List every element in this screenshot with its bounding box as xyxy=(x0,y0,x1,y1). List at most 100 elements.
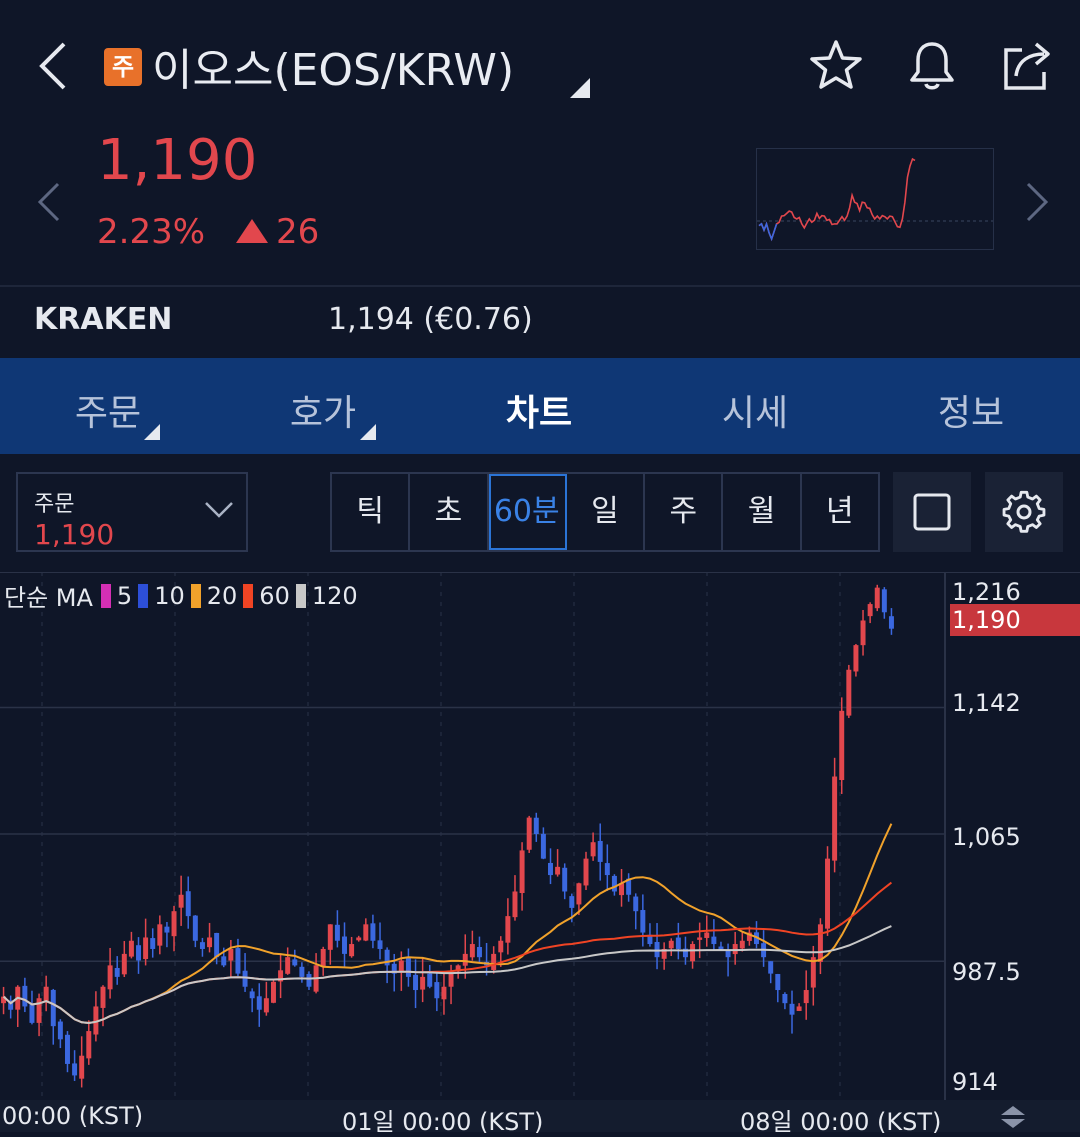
candle-body xyxy=(576,883,582,905)
candle-body xyxy=(228,948,234,961)
timeframe-second[interactable]: 초 xyxy=(410,474,489,550)
candle-body xyxy=(469,944,475,958)
candle-body xyxy=(704,932,710,938)
candle-body xyxy=(839,710,845,781)
candle-body xyxy=(143,937,149,960)
candle-body xyxy=(775,974,781,991)
candle-body xyxy=(398,960,404,972)
candle-body xyxy=(888,616,894,629)
candle-body xyxy=(285,957,291,974)
timeframe-tick[interactable]: 틱 xyxy=(332,474,411,550)
tab-quotes[interactable]: 시세 xyxy=(705,384,805,436)
candle-body xyxy=(57,1021,63,1040)
tab-chart[interactable]: 차트 xyxy=(489,384,589,436)
mini-line-up xyxy=(758,157,916,242)
candle-body xyxy=(611,875,617,892)
ma10-swatch xyxy=(138,583,149,608)
timeframe-60min[interactable]: 60분 xyxy=(488,474,567,550)
tab-order[interactable]: 주문 xyxy=(58,384,158,436)
change-percent: 2.23% xyxy=(97,212,206,252)
ma-legend: 단순 MA 5 10 20 60 120 xyxy=(4,578,358,613)
candle-body xyxy=(86,1031,92,1059)
ma120-swatch xyxy=(295,583,306,608)
candle-body xyxy=(22,985,28,1007)
candle-body xyxy=(349,944,355,957)
candle-body xyxy=(725,950,731,958)
timeframe-day[interactable]: 일 xyxy=(567,474,646,550)
x-tick-start: 00:00 (KST) xyxy=(2,1102,144,1130)
candle-body xyxy=(121,953,127,975)
candle-body xyxy=(562,867,568,892)
star-icon[interactable] xyxy=(808,38,864,94)
candle-body xyxy=(540,833,546,859)
candle-body xyxy=(604,863,610,876)
square-icon xyxy=(913,493,951,531)
candle-body xyxy=(334,924,340,941)
fullscreen-button[interactable] xyxy=(893,472,971,552)
timeframe-month[interactable]: 월 xyxy=(723,474,802,550)
share-icon[interactable] xyxy=(1000,38,1056,94)
candle-body xyxy=(675,937,681,949)
order-select[interactable]: 주문 1,190 xyxy=(16,472,248,552)
prev-coin-arrow-icon[interactable] xyxy=(34,180,64,224)
ma60-label: 60 xyxy=(259,581,290,610)
tab-order-caret-icon xyxy=(144,424,160,440)
candle-body xyxy=(434,982,440,999)
mini-line-down xyxy=(758,221,778,242)
candle-body xyxy=(50,989,56,1027)
candle-body xyxy=(874,587,880,609)
candle-body xyxy=(214,932,220,958)
ma120-label: 120 xyxy=(311,581,358,610)
candle-body xyxy=(867,604,873,617)
candle-body xyxy=(320,948,326,967)
mini-sparkline[interactable] xyxy=(756,148,994,250)
candle-body xyxy=(718,946,724,949)
chart-settings-button[interactable] xyxy=(985,472,1063,552)
bell-icon[interactable] xyxy=(904,38,960,94)
scroll-updown-icon[interactable] xyxy=(998,1104,1028,1130)
tab-info[interactable]: 정보 xyxy=(921,384,1021,436)
ma5-swatch xyxy=(100,583,111,608)
coin-title[interactable]: 이오스(EOS/KRW) xyxy=(152,34,514,98)
next-coin-arrow-icon[interactable] xyxy=(1022,180,1052,224)
candle-body xyxy=(242,970,248,987)
candle-body xyxy=(825,858,831,929)
candle-body xyxy=(555,866,561,875)
candle-body xyxy=(79,1055,85,1079)
candle-body xyxy=(548,862,553,876)
candle-body xyxy=(377,940,383,949)
candle-body xyxy=(192,915,198,941)
candle-body xyxy=(128,940,134,957)
candle-body xyxy=(519,850,525,894)
y-tick-1216: 1,216 xyxy=(952,578,1021,606)
candle-body xyxy=(235,948,241,974)
candle-body xyxy=(590,842,596,857)
candle-body xyxy=(583,858,589,886)
candle-body xyxy=(526,817,532,850)
candle-body xyxy=(846,669,852,716)
candle-body xyxy=(114,967,120,977)
candle-body xyxy=(150,938,156,949)
candle-body xyxy=(356,937,362,941)
candle-body xyxy=(881,589,887,613)
order-select-label: 주문 xyxy=(34,492,75,517)
candle-body xyxy=(199,942,205,949)
back-arrow-icon[interactable] xyxy=(34,38,74,94)
order-select-value: 1,190 xyxy=(34,518,115,551)
exchange-price: 1,194 (€0.76) xyxy=(328,302,533,337)
candle-body xyxy=(72,1063,78,1076)
chevron-down-icon xyxy=(205,502,233,518)
candle-body xyxy=(782,993,788,1004)
candle-body xyxy=(178,894,184,908)
candle-body xyxy=(803,990,809,1004)
price-chart[interactable] xyxy=(0,572,1080,1132)
tab-orderbook[interactable]: 호가 xyxy=(273,384,373,436)
candle-body xyxy=(405,956,411,977)
title-dropdown-caret-icon[interactable] xyxy=(570,78,590,98)
ma20-swatch xyxy=(190,583,201,608)
up-triangle-icon xyxy=(236,218,268,243)
timeframe-year[interactable]: 년 xyxy=(802,474,878,550)
candle-body xyxy=(29,1003,35,1023)
timeframe-week[interactable]: 주 xyxy=(645,474,724,550)
candle-body xyxy=(306,974,312,987)
